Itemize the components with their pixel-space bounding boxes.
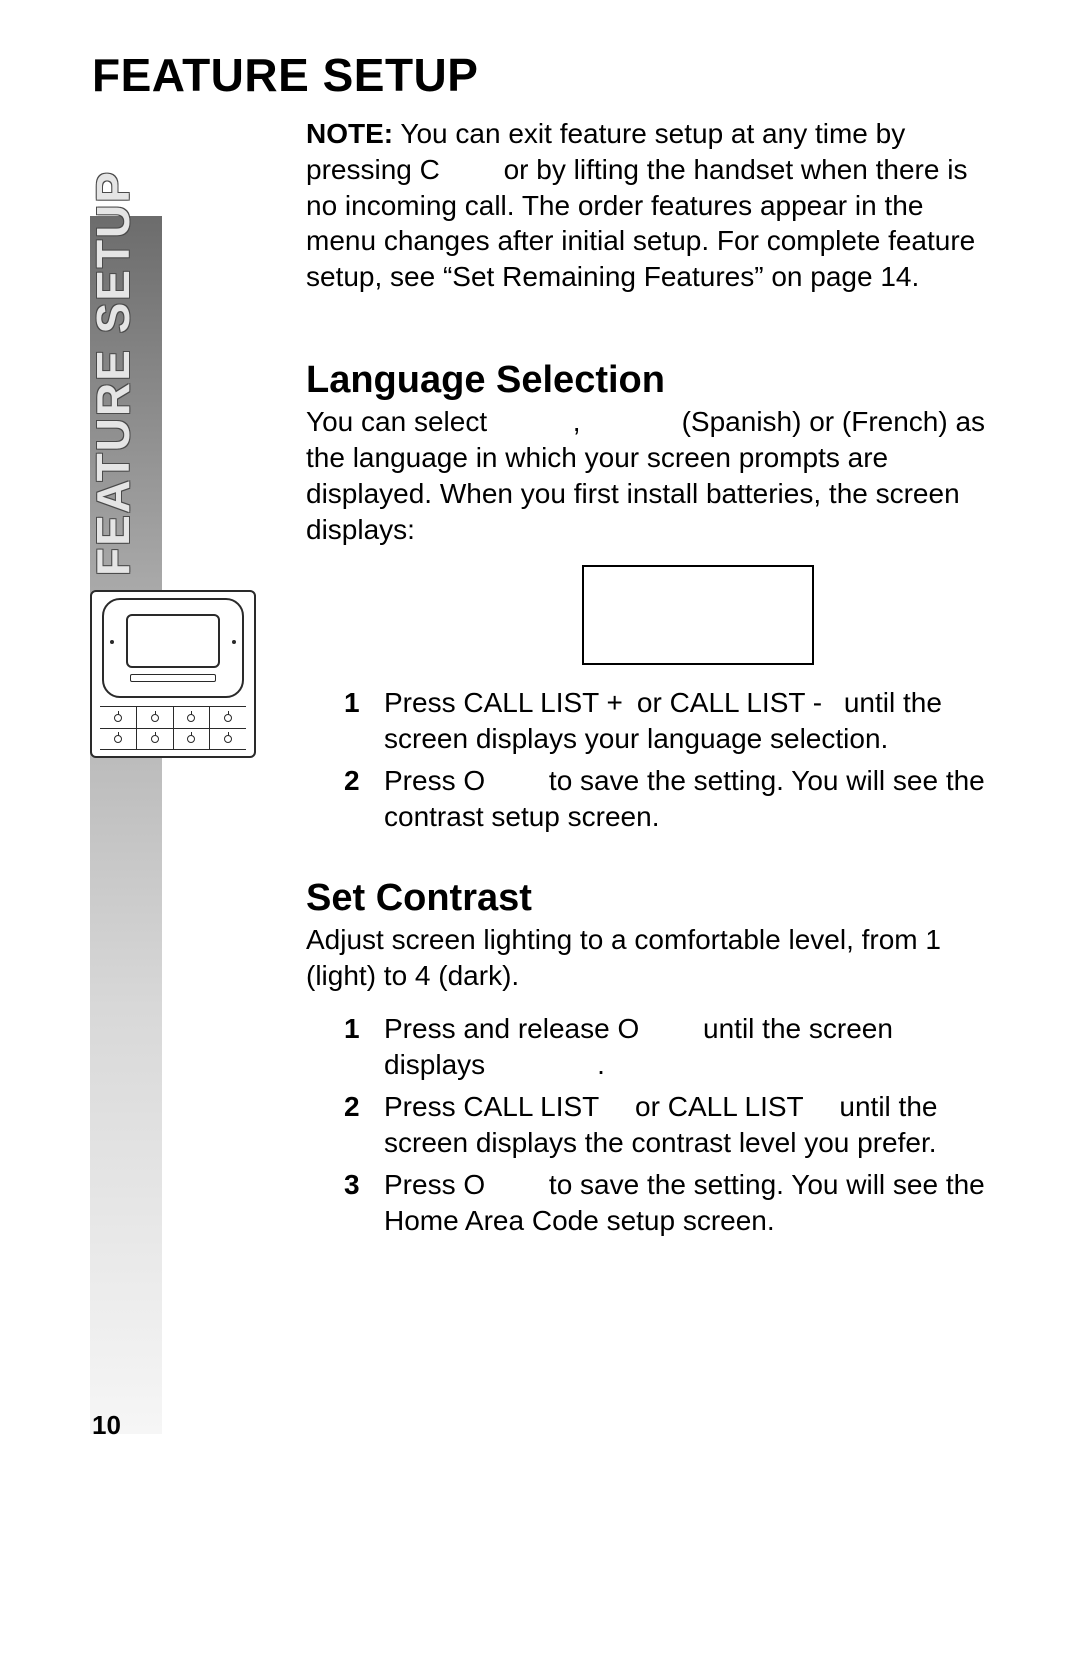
content-column: NOTE: You can exit feature setup at any … [306,116,994,1244]
intro-text: (Spanish) or [674,406,842,437]
note-text: You can exit feature setup at any time b… [306,118,975,292]
device-body [102,598,244,698]
list-item: 2 Press O to save the setting. You will … [344,763,994,835]
language-intro: You can select , (Spanish) or (French) a… [306,404,994,547]
step-text: Press CALL LIST or CALL LIST until the s… [384,1089,994,1161]
device-knob-icon [137,729,174,749]
device-knob-icon [174,707,211,728]
device-knob-icon [137,707,174,728]
step-text: Press O to save the setting. You will se… [384,1167,994,1239]
step-number: 2 [344,1089,384,1161]
device-knob-icon [174,729,211,749]
list-item: 1 Press CALL LIST + or CALL LIST - until… [344,685,994,757]
page-number: 10 [92,1410,121,1441]
page-title: FEATURE SETUP [92,48,478,102]
step-number: 3 [344,1167,384,1239]
screen-display-box [582,565,814,665]
sidebar-label: FEATURE SETUP [86,496,140,576]
note-block: NOTE: You can exit feature setup at any … [306,116,994,295]
section-heading-language: Language Selection [306,359,994,402]
section-heading-contrast: Set Contrast [306,877,994,920]
note-label: NOTE: [306,118,393,149]
device-screen [126,614,220,668]
device-knob-icon [210,707,246,728]
device-knob-icon [210,729,246,749]
intro-text: , [573,406,589,437]
device-illustration [90,590,256,758]
device-button-row [100,706,246,728]
device-knob-icon [100,707,137,728]
device-button-row [100,728,246,750]
step-text: Press O to save the setting. You will se… [384,763,994,835]
list-item: 3 Press O to save the setting. You will … [344,1167,994,1239]
contrast-steps: 1 Press and release O until the screen d… [344,1011,994,1238]
list-item: 2 Press CALL LIST or CALL LIST until the… [344,1089,994,1161]
step-number: 1 [344,685,384,757]
device-dot-icon [232,640,236,644]
contrast-intro: Adjust screen lighting to a comfortable … [306,922,994,994]
intro-text: You can select [306,406,495,437]
step-text: Press and release O until the screen dis… [384,1011,994,1083]
step-text: Press CALL LIST + or CALL LIST - until t… [384,685,994,757]
step-number: 1 [344,1011,384,1083]
device-dot-icon [110,640,114,644]
device-knob-icon [100,729,137,749]
device-bar-icon [130,674,216,682]
manual-page: FEATURE SETUP FEATURE SETUP NOTE: You ca… [0,0,1080,1669]
language-steps: 1 Press CALL LIST + or CALL LIST - until… [344,685,994,834]
list-item: 1 Press and release O until the screen d… [344,1011,994,1083]
step-number: 2 [344,763,384,835]
